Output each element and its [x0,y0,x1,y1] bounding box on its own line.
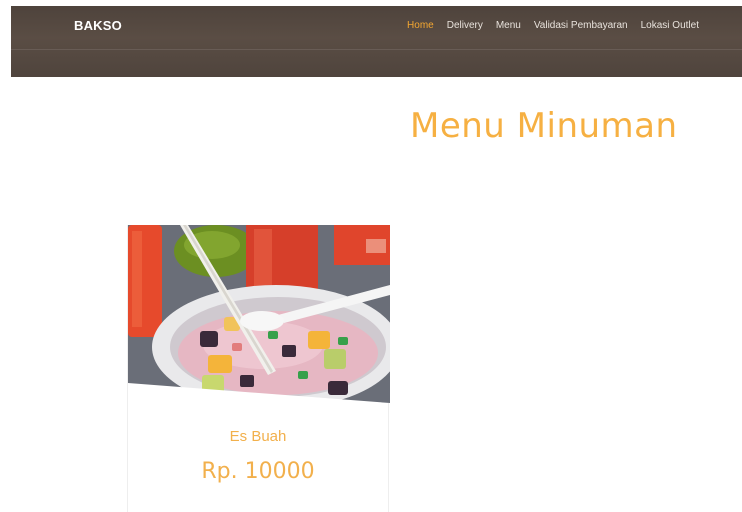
section-title: Menu Minuman [410,106,678,146]
nav-item-validasi-pembayaran[interactable]: Validasi Pembayaran [534,20,628,31]
navbar: BAKSO Home Delivery Menu Validasi Pembay… [11,6,742,77]
product-card[interactable]: Es Buah Rp. 10000 [127,225,390,512]
page: BAKSO Home Delivery Menu Validasi Pembay… [0,0,742,512]
es-buah-photo [128,225,390,403]
product-price: Rp. 10000 [201,459,315,484]
navbar-divider [11,49,742,50]
nav-item-lokasi-outlet[interactable]: Lokasi Outlet [641,20,699,31]
main-nav: Home Delivery Menu Validasi Pembayaran L… [407,20,699,31]
nav-item-menu[interactable]: Menu [496,20,521,31]
brand-logo[interactable]: BAKSO [74,18,122,33]
nav-item-delivery[interactable]: Delivery [447,20,483,31]
nav-item-home[interactable]: Home [407,20,434,31]
product-name: Es Buah [229,428,287,445]
